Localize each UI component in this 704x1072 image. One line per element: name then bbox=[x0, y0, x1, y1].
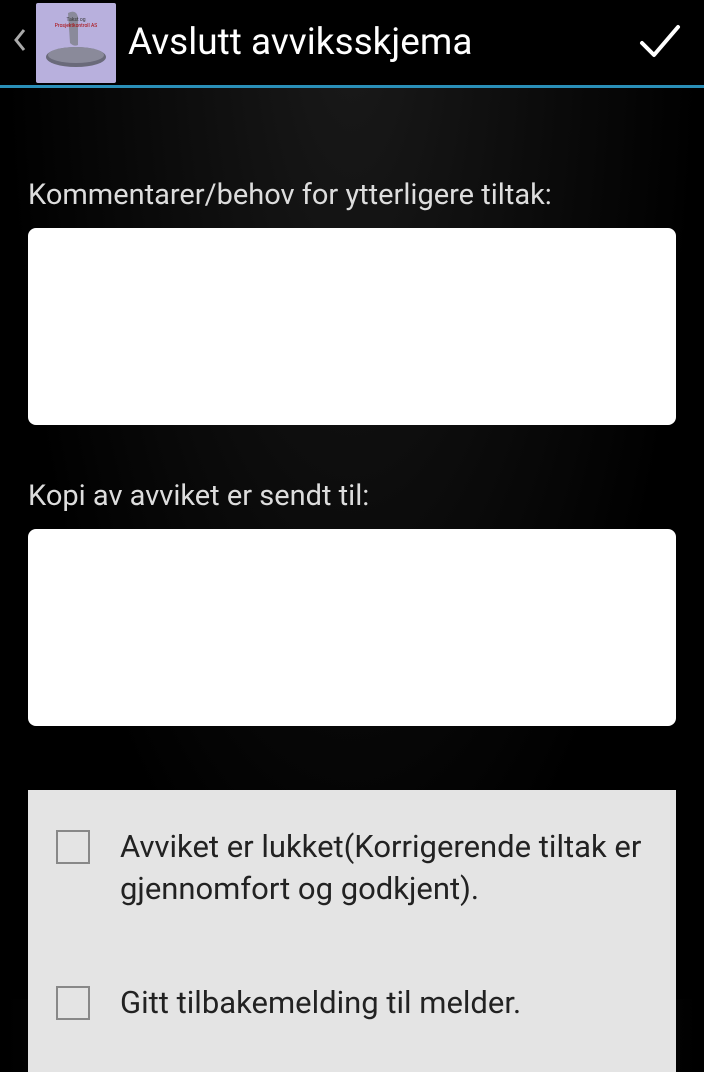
page-title: Avslutt avviksskjema bbox=[128, 21, 628, 64]
closed-checkbox-row[interactable]: Avviket er lukket(Korrigerende tiltak er… bbox=[56, 826, 648, 910]
closed-checkbox[interactable] bbox=[56, 830, 90, 864]
comments-field-group: Kommentarer/behov for ytterligere tiltak… bbox=[28, 178, 676, 429]
copy-field-group: Kopi av avviket er sendt til: bbox=[28, 479, 676, 730]
checkbox-panel: Avviket er lukket(Korrigerende tiltak er… bbox=[28, 790, 676, 1072]
comments-label: Kommentarer/behov for ytterligere tiltak… bbox=[28, 178, 676, 212]
feedback-checkbox-row[interactable]: Gitt tilbakemelding til melder. bbox=[56, 982, 648, 1024]
svg-text:Prosjektkontroll AS: Prosjektkontroll AS bbox=[55, 23, 97, 29]
closed-checkbox-label: Avviket er lukket(Korrigerende tiltak er… bbox=[120, 826, 648, 910]
form-content: Kommentarer/behov for ytterligere tiltak… bbox=[0, 88, 704, 1072]
feedback-checkbox-label: Gitt tilbakemelding til melder. bbox=[120, 982, 521, 1024]
app-logo[interactable]: Takst og Prosjektkontroll AS bbox=[36, 3, 116, 83]
copy-label: Kopi av avviket er sendt til: bbox=[28, 479, 676, 513]
confirm-button[interactable] bbox=[628, 9, 692, 77]
comments-input[interactable] bbox=[28, 228, 676, 425]
copy-input[interactable] bbox=[28, 529, 676, 726]
app-header: Takst og Prosjektkontroll AS Avslutt avv… bbox=[0, 0, 704, 88]
feedback-checkbox[interactable] bbox=[56, 986, 90, 1020]
back-chevron-icon[interactable] bbox=[12, 24, 28, 62]
